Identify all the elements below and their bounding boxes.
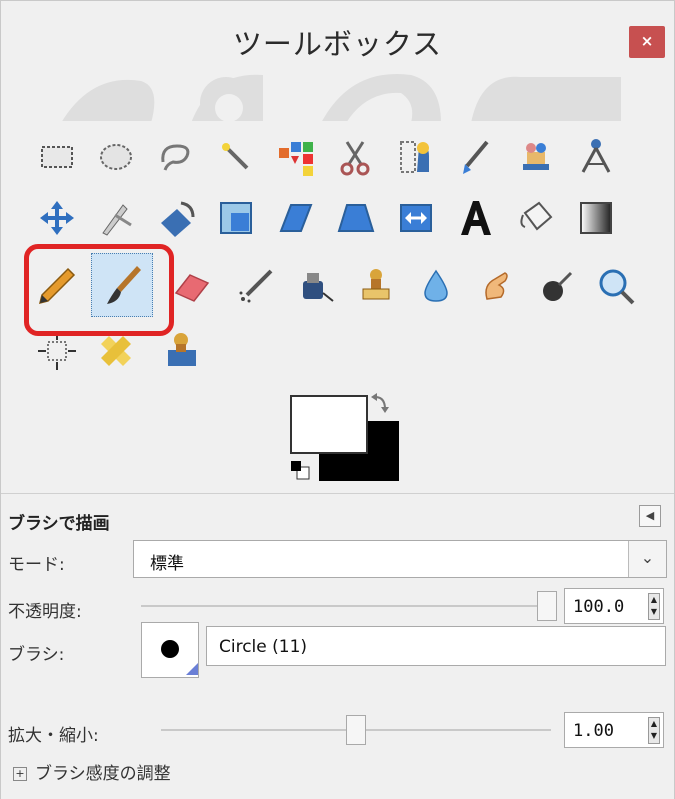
foreground-select-tool[interactable] (386, 127, 446, 187)
scale-spinbox[interactable]: 1.00 ▲ ▼ (564, 712, 664, 748)
shear-tool[interactable] (266, 188, 326, 248)
free-select-tool[interactable] (146, 127, 206, 187)
brush-label: ブラシ: (8, 645, 65, 665)
eraser-icon (174, 274, 210, 302)
measure-tool[interactable] (566, 127, 626, 187)
scale-icon (220, 202, 252, 234)
mode-select[interactable]: 標準 ⌄ (133, 540, 667, 578)
ellipse-select-icon (100, 144, 132, 170)
magnify-tool[interactable] (586, 256, 646, 316)
perspective-tool[interactable] (326, 188, 386, 248)
brush-dot-icon (161, 640, 179, 658)
select-by-color-tool[interactable] (266, 127, 326, 187)
panel-separator (1, 493, 674, 494)
clone-tool[interactable] (346, 256, 406, 316)
brush-name-field[interactable]: Circle (11) (206, 626, 666, 666)
foreground-select-icon (400, 141, 429, 173)
tool-options-panel: ブラシで描画 ◀ モード: 標準 ⌄ 不透明度: 100.0 ▲ ▼ ブラシ: C… (1, 497, 674, 799)
blend-tool[interactable] (566, 188, 626, 248)
tool-options-title: ブラシで描画 (8, 514, 110, 534)
perspective-icon (337, 204, 375, 232)
foreground-color-swatch[interactable] (290, 395, 368, 454)
color-picker-tool[interactable] (506, 127, 566, 187)
blend-icon (580, 202, 612, 234)
scale-label: 拡大・縮小: (8, 726, 99, 746)
clone-icon (362, 269, 390, 300)
expand-plus-icon[interactable]: + (13, 767, 27, 781)
opacity-slider-track[interactable] (141, 605, 551, 607)
scissors-select-icon (340, 141, 370, 176)
mode-value: 標準 (150, 554, 184, 574)
airbrush-tool[interactable] (226, 256, 286, 316)
airbrush-icon (239, 269, 273, 303)
free-select-icon (161, 144, 190, 171)
dodge-burn-icon (543, 271, 573, 301)
bucket-fill-icon (520, 201, 553, 231)
rect-select-icon (41, 146, 73, 168)
scale-value: 1.00 (573, 721, 614, 741)
blur-icon (424, 269, 448, 302)
scale-tool[interactable] (206, 188, 266, 248)
chevron-down-icon[interactable]: ⌄ (628, 541, 666, 577)
magnify-icon (599, 269, 635, 305)
scissors-select-tool[interactable] (326, 127, 386, 187)
selection-highlight-frame (24, 244, 174, 336)
alignment-tool[interactable] (86, 188, 146, 248)
move-tool[interactable] (27, 188, 87, 248)
text-icon (461, 201, 491, 235)
blur-tool[interactable] (406, 256, 466, 316)
select-by-color-icon (279, 142, 313, 176)
window-title: ツールボックス (232, 27, 443, 61)
color-picker-icon (523, 143, 549, 170)
opacity-label: 不透明度: (8, 602, 82, 622)
flip-icon (400, 204, 432, 232)
mode-label: モード: (8, 555, 65, 575)
shear-icon (279, 204, 313, 232)
move-icon (40, 201, 74, 235)
fuzzy-select-icon (222, 143, 249, 170)
rotate-icon (161, 201, 195, 237)
bucket-fill-tool[interactable] (506, 188, 566, 248)
brush-preview[interactable] (141, 622, 199, 678)
spin-arrows-icon[interactable]: ▲ ▼ (648, 593, 660, 620)
paths-icon (463, 140, 489, 174)
rect-select-tool[interactable] (27, 127, 87, 187)
smudge-tool[interactable] (466, 256, 526, 316)
fg-bg-color-area (281, 391, 411, 486)
smudge-icon (485, 272, 508, 300)
default-colors-icon[interactable] (291, 461, 310, 480)
ellipse-select-tool[interactable] (86, 127, 146, 187)
swap-arrows-icon[interactable] (371, 393, 389, 413)
brush-dynamics-expander[interactable]: + ブラシ感度の調整 (13, 759, 171, 784)
rotate-tool[interactable] (146, 188, 206, 248)
spin-arrows-icon[interactable]: ▲ ▼ (648, 717, 660, 744)
dodge-burn-tool[interactable] (526, 256, 586, 316)
scale-slider-thumb[interactable] (346, 715, 366, 745)
flip-tool[interactable] (386, 188, 446, 248)
toolbox-window: ツールボックス × ブラシで描画 ◀ モード: 標準 ⌄ 不透明度: 100.0… (0, 0, 675, 799)
fuzzy-select-tool[interactable] (206, 127, 266, 187)
brush-name-value: Circle (11) (219, 637, 308, 657)
opacity-spinbox[interactable]: 100.0 ▲ ▼ (564, 588, 664, 624)
zoom-icon (581, 139, 611, 173)
expander-label: ブラシ感度の調整 (35, 764, 171, 784)
paths-tool[interactable] (446, 127, 506, 187)
ink-icon (303, 273, 334, 302)
opacity-slider-thumb[interactable] (537, 591, 557, 621)
opacity-value: 100.0 (573, 597, 625, 617)
tab-menu-icon[interactable]: ◀ (639, 505, 661, 527)
text-tool[interactable] (446, 188, 506, 248)
alignment-icon (102, 204, 132, 236)
ink-tool[interactable] (286, 256, 346, 316)
close-button[interactable]: × (629, 26, 665, 58)
gimp-logo-banner (1, 63, 674, 123)
